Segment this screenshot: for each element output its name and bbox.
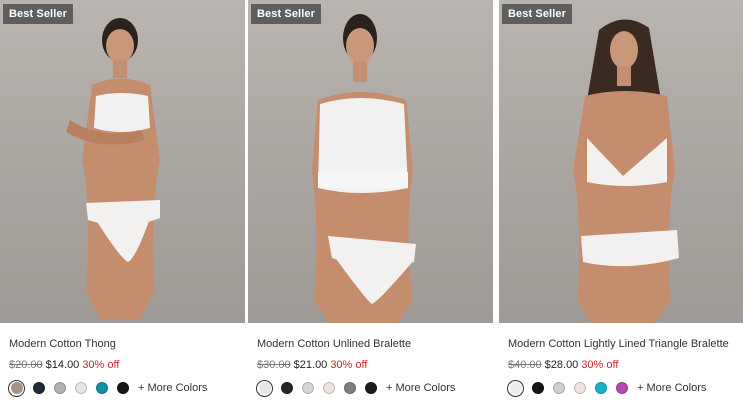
color-swatch[interactable] (553, 382, 565, 394)
color-swatch[interactable] (8, 379, 25, 397)
product-card[interactable]: Best Seller Modern Cotton Thong $20.00 $1… (0, 0, 245, 408)
sale-price: $21.00 (293, 359, 328, 371)
color-swatch[interactable] (302, 382, 314, 394)
color-swatch[interactable] (574, 382, 586, 394)
product-card[interactable]: Best Seller Modern Cotton Lightly Lined … (499, 0, 743, 408)
product-name[interactable]: Modern Cotton Lightly Lined Triangle Bra… (508, 338, 729, 350)
best-seller-badge: Best Seller (502, 4, 572, 24)
color-swatch[interactable] (595, 382, 607, 394)
product-image[interactable]: Best Seller (0, 0, 245, 323)
color-swatch[interactable] (256, 379, 273, 397)
color-swatch[interactable] (96, 382, 108, 394)
more-colors-link[interactable]: + More Colors (386, 382, 455, 394)
product-image[interactable]: Best Seller (248, 0, 493, 323)
product-card[interactable]: Best Seller Modern Cotton Unlined Bralet… (248, 0, 493, 408)
color-swatch[interactable] (75, 382, 87, 394)
color-swatch[interactable] (33, 382, 45, 394)
sale-price: $14.00 (45, 359, 80, 371)
color-swatch-fill (509, 382, 522, 394)
price-row: $20.00 $14.00 30% off (9, 359, 119, 371)
color-swatch[interactable] (323, 382, 335, 394)
color-swatch[interactable] (344, 382, 356, 394)
discount-label: 30% off (581, 359, 619, 371)
more-colors-link[interactable]: + More Colors (637, 382, 706, 394)
color-swatches: + More Colors (256, 379, 455, 397)
product-name[interactable]: Modern Cotton Unlined Bralette (257, 338, 411, 350)
discount-label: 30% off (330, 359, 368, 371)
color-swatch[interactable] (281, 382, 293, 394)
color-swatch[interactable] (54, 382, 66, 394)
color-swatch[interactable] (117, 382, 129, 394)
sale-price: $28.00 (544, 359, 579, 371)
best-seller-badge: Best Seller (3, 4, 73, 24)
price-row: $30.00 $21.00 30% off (257, 359, 367, 371)
color-swatch-fill (258, 382, 271, 394)
more-colors-link[interactable]: + More Colors (138, 382, 207, 394)
color-swatch[interactable] (616, 382, 628, 394)
discount-label: 30% off (82, 359, 120, 371)
color-swatches: + More Colors (8, 379, 207, 397)
color-swatch[interactable] (532, 382, 544, 394)
original-price: $30.00 (257, 359, 291, 371)
product-grid: Best Seller Modern Cotton Thong $20.00 $1… (0, 0, 743, 408)
color-swatches: + More Colors (507, 379, 706, 397)
product-image[interactable]: Best Seller (499, 0, 743, 323)
original-price: $20.00 (9, 359, 43, 371)
original-price: $40.00 (508, 359, 542, 371)
best-seller-badge: Best Seller (251, 4, 321, 24)
price-row: $40.00 $28.00 30% off (508, 359, 618, 371)
color-swatch-fill (10, 382, 23, 394)
product-name[interactable]: Modern Cotton Thong (9, 338, 116, 350)
color-swatch[interactable] (365, 382, 377, 394)
color-swatch[interactable] (507, 379, 524, 397)
